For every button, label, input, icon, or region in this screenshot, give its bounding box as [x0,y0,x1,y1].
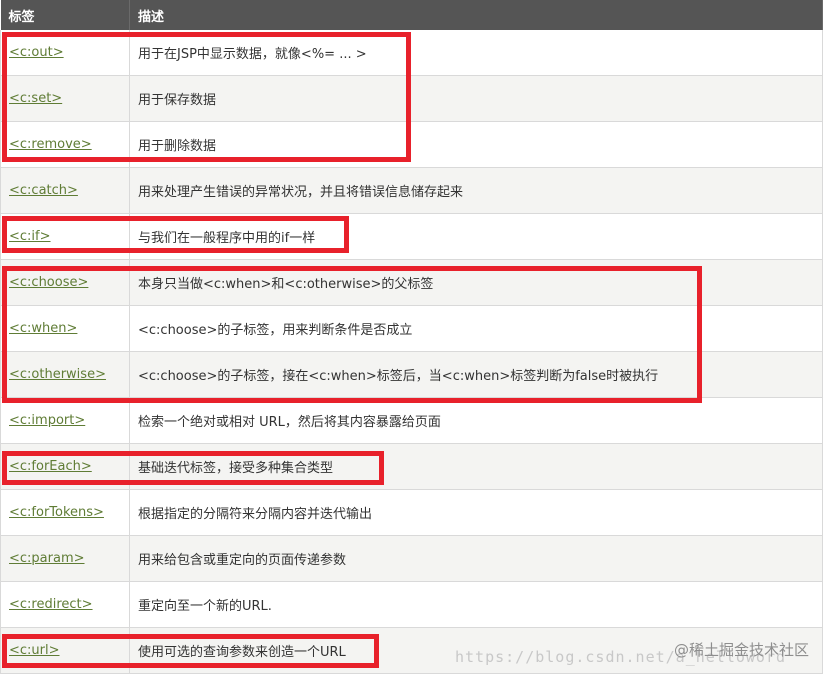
table-row: <c:if> 与我们在一般程序中用的if一样 [0,213,823,260]
tag-link-if[interactable]: <c:if> [9,229,51,244]
tag-description: 基础迭代标签，接受多种集合类型 [129,443,823,490]
table-row: <c:forTokens> 根据指定的分隔符来分隔内容并迭代输出 [0,489,823,536]
tag-description: 根据指定的分隔符来分隔内容并迭代输出 [129,489,823,536]
table-row: <c:redirect> 重定向至一个新的URL. [0,581,823,628]
tag-link-foreach[interactable]: <c:forEach> [9,459,92,474]
tag-link-set[interactable]: <c:set> [9,91,62,106]
tag-link-catch[interactable]: <c:catch> [9,183,78,198]
tag-description: 用于保存数据 [129,75,823,122]
table-row: <c:import> 检索一个绝对或相对 URL，然后将其内容暴露给页面 [0,397,823,444]
tag-description: <c:choose>的子标签，用来判断条件是否成立 [129,305,823,352]
tag-description: 本身只当做<c:when>和<c:otherwise>的父标签 [129,259,823,306]
table-row: <c:out> 用于在JSP中显示数据，就像<%= ... > [0,30,823,76]
watermark-site: @稀土掘金技术社区 [674,641,810,659]
jstl-core-tags-table: 标签 描述 <c:out> 用于在JSP中显示数据，就像<%= ... > <c… [0,0,823,674]
table-row: <c:forEach> 基础迭代标签，接受多种集合类型 [0,443,823,490]
tag-link-when[interactable]: <c:when> [9,321,77,336]
tag-description: <c:choose>的子标签，接在<c:when>标签后，当<c:when>标签… [129,351,823,398]
header-description: 描述 [129,0,823,30]
table-row: <c:set> 用于保存数据 [0,75,823,122]
tag-link-param[interactable]: <c:param> [9,551,85,566]
table-row: <c:catch> 用来处理产生错误的异常状况，并且将错误信息储存起来 [0,167,823,214]
tag-description: 用于在JSP中显示数据，就像<%= ... > [129,30,823,76]
tag-description: 用于删除数据 [129,121,823,168]
table-row: <c:when> <c:choose>的子标签，用来判断条件是否成立 [0,305,823,352]
tag-description: 与我们在一般程序中用的if一样 [129,213,823,260]
tag-description: 重定向至一个新的URL. [129,581,823,628]
tag-description: 用来处理产生错误的异常状况，并且将错误信息储存起来 [129,167,823,214]
tag-description: 检索一个绝对或相对 URL，然后将其内容暴露给页面 [129,397,823,444]
table-row: <c:choose> 本身只当做<c:when>和<c:otherwise>的父… [0,259,823,306]
tag-link-redirect[interactable]: <c:redirect> [9,597,93,612]
tag-link-out[interactable]: <c:out> [9,45,64,60]
tag-link-choose[interactable]: <c:choose> [9,275,88,290]
tag-description: 用来给包含或重定向的页面传递参数 [129,535,823,582]
table-row: <c:otherwise> <c:choose>的子标签，接在<c:when>标… [0,351,823,398]
tag-link-import[interactable]: <c:import> [9,413,85,428]
tag-link-remove[interactable]: <c:remove> [9,137,92,152]
header-row: 标签 描述 [0,0,823,30]
table-row: <c:remove> 用于删除数据 [0,121,823,168]
tag-link-otherwise[interactable]: <c:otherwise> [9,367,106,382]
tag-link-url[interactable]: <c:url> [9,643,60,658]
table-row: <c:param> 用来给包含或重定向的页面传递参数 [0,535,823,582]
tag-link-fortokens[interactable]: <c:forTokens> [9,505,104,520]
header-tag: 标签 [0,0,130,30]
